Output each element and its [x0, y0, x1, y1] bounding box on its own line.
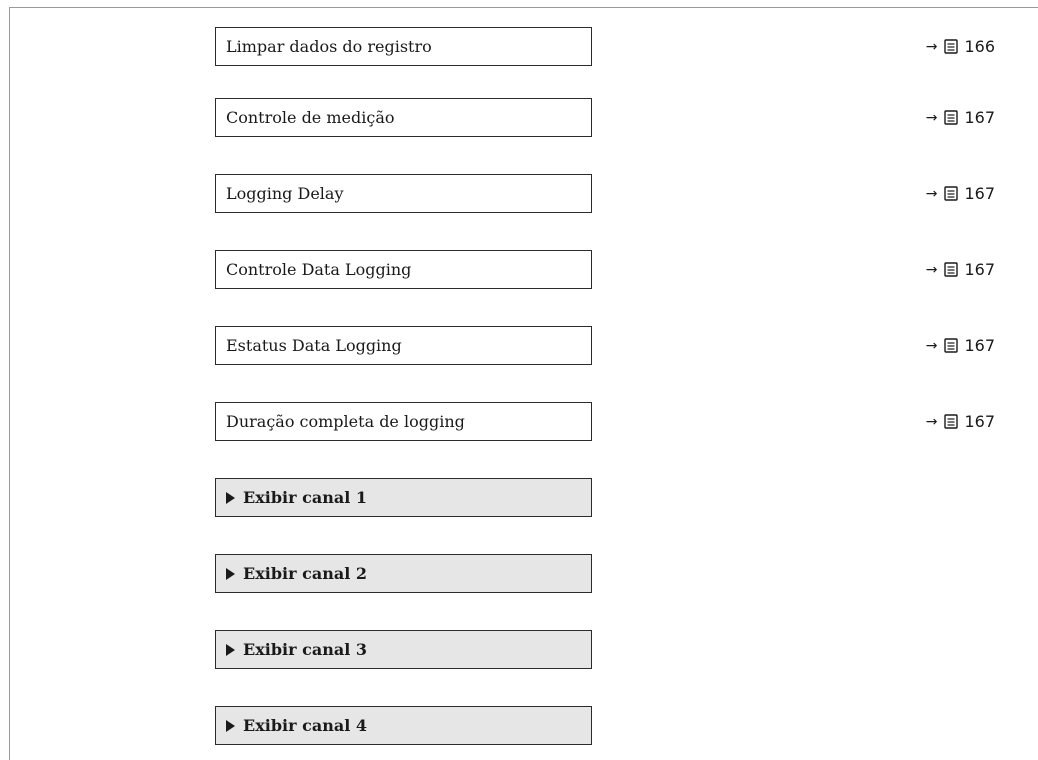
page-number: 167 [964, 184, 995, 203]
arrow-right-icon: → [925, 185, 938, 202]
triangle-right-icon [226, 567, 235, 580]
page-reference-link[interactable]: → 167 [900, 250, 995, 289]
parameter-label: Logging Delay [226, 184, 344, 203]
book-icon [944, 414, 959, 429]
parameter-controle-de-medicao[interactable]: Controle de medição [215, 98, 592, 137]
page-reference-link[interactable]: → 166 [900, 27, 995, 66]
parameter-label: Controle Data Logging [226, 260, 412, 279]
triangle-right-icon [226, 719, 235, 732]
submenu-label: Exibir canal 4 [243, 716, 367, 735]
page-reference-link[interactable]: → 167 [900, 402, 995, 441]
triangle-right-icon [226, 643, 235, 656]
page-reference-link[interactable]: → 167 [900, 174, 995, 213]
page-number: 167 [964, 108, 995, 127]
arrow-right-icon: → [925, 109, 938, 126]
submenu-exibir-canal-4[interactable]: Exibir canal 4 [215, 706, 592, 745]
parameter-label: Controle de medição [226, 108, 395, 127]
submenu-label: Exibir canal 2 [243, 564, 367, 583]
page-reference-link[interactable]: → 167 [900, 326, 995, 365]
parameter-logging-delay[interactable]: Logging Delay [215, 174, 592, 213]
submenu-label: Exibir canal 3 [243, 640, 367, 659]
parameter-duracao-completa-de-logging[interactable]: Duração completa de logging [215, 402, 592, 441]
arrow-right-icon: → [925, 261, 938, 278]
submenu-exibir-canal-3[interactable]: Exibir canal 3 [215, 630, 592, 669]
page-frame-top-border [9, 7, 1038, 8]
book-icon [944, 110, 959, 125]
parameter-label: Limpar dados do registro [226, 37, 432, 56]
submenu-label: Exibir canal 1 [243, 488, 367, 507]
book-icon [944, 338, 959, 353]
parameter-label: Duração completa de logging [226, 412, 465, 431]
submenu-exibir-canal-2[interactable]: Exibir canal 2 [215, 554, 592, 593]
book-icon [944, 39, 959, 54]
book-icon [944, 186, 959, 201]
page-number: 166 [964, 37, 995, 56]
parameter-controle-data-logging[interactable]: Controle Data Logging [215, 250, 592, 289]
page-reference-link[interactable]: → 167 [900, 98, 995, 137]
book-icon [944, 262, 959, 277]
page-number: 167 [964, 260, 995, 279]
parameter-label: Estatus Data Logging [226, 336, 402, 355]
parameter-estatus-data-logging[interactable]: Estatus Data Logging [215, 326, 592, 365]
arrow-right-icon: → [925, 38, 938, 55]
triangle-right-icon [226, 491, 235, 504]
arrow-right-icon: → [925, 413, 938, 430]
page-number: 167 [964, 336, 995, 355]
page-frame-left-border [9, 7, 10, 760]
page-number: 167 [964, 412, 995, 431]
parameter-limpar-dados-do-registro[interactable]: Limpar dados do registro [215, 27, 592, 66]
arrow-right-icon: → [925, 337, 938, 354]
submenu-exibir-canal-1[interactable]: Exibir canal 1 [215, 478, 592, 517]
